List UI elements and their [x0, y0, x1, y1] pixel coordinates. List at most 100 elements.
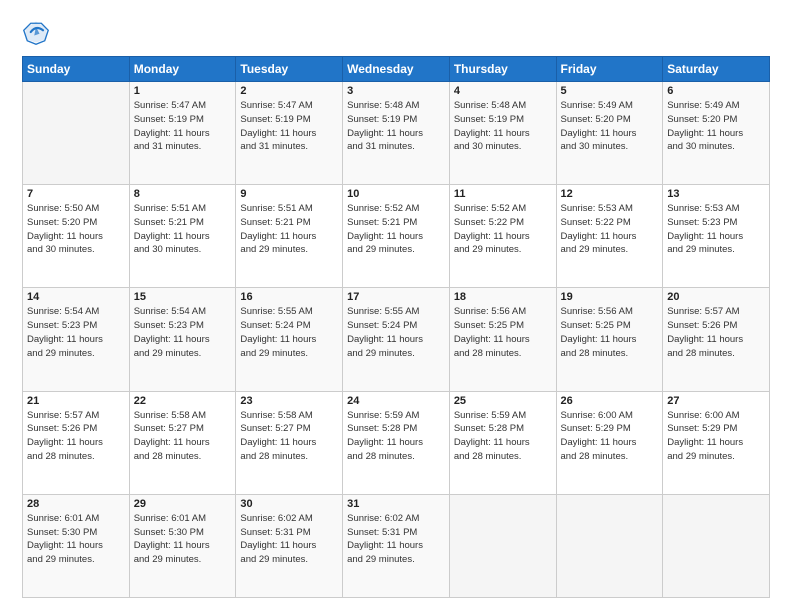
week-row-1: 1 Sunrise: 5:47 AMSunset: 5:19 PMDaylight…	[23, 82, 770, 185]
day-info: Sunrise: 5:54 AMSunset: 5:23 PMDaylight:…	[134, 305, 232, 360]
calendar-cell: 26Sunrise: 6:00 AMSunset: 5:29 PMDayligh…	[556, 391, 663, 494]
calendar-cell: 5 Sunrise: 5:49 AMSunset: 5:20 PMDaylight…	[556, 82, 663, 185]
day-info: Sunrise: 5:59 AMSunset: 5:28 PMDaylight:…	[347, 409, 445, 464]
calendar-cell: 15 Sunrise: 5:54 AMSunset: 5:23 PMDayligh…	[129, 288, 236, 391]
day-info: Sunrise: 5:52 AMSunset: 5:21 PMDaylight:…	[347, 202, 445, 257]
day-info: Sunrise: 5:50 AMSunset: 5:20 PMDaylight:…	[27, 202, 125, 257]
day-number: 28	[27, 498, 125, 510]
day-number: 16	[240, 291, 338, 303]
day-number: 25	[454, 395, 552, 407]
day-header-friday: Friday	[556, 57, 663, 82]
week-row-2: 7 Sunrise: 5:50 AMSunset: 5:20 PMDaylight…	[23, 185, 770, 288]
calendar-cell: 27 Sunrise: 6:00 AMSunset: 5:29 PMDayligh…	[663, 391, 770, 494]
calendar-cell	[449, 494, 556, 597]
day-info: Sunrise: 5:55 AMSunset: 5:24 PMDaylight:…	[240, 305, 338, 360]
calendar-cell	[556, 494, 663, 597]
calendar-cell: 10Sunrise: 5:52 AMSunset: 5:21 PMDayligh…	[343, 185, 450, 288]
day-info: Sunrise: 5:53 AMSunset: 5:23 PMDaylight:…	[667, 202, 765, 257]
day-number: 15	[134, 291, 232, 303]
day-header-wednesday: Wednesday	[343, 57, 450, 82]
day-number: 26	[561, 395, 659, 407]
day-number: 29	[134, 498, 232, 510]
day-info: Sunrise: 5:51 AMSunset: 5:21 PMDaylight:…	[134, 202, 232, 257]
day-number: 7	[27, 188, 125, 200]
day-info: Sunrise: 5:57 AMSunset: 5:26 PMDaylight:…	[667, 305, 765, 360]
day-header-monday: Monday	[129, 57, 236, 82]
calendar-cell: 8 Sunrise: 5:51 AMSunset: 5:21 PMDaylight…	[129, 185, 236, 288]
calendar-cell: 11 Sunrise: 5:52 AMSunset: 5:22 PMDayligh…	[449, 185, 556, 288]
day-number: 18	[454, 291, 552, 303]
day-number: 6	[667, 85, 765, 97]
calendar-cell: 4 Sunrise: 5:48 AMSunset: 5:19 PMDaylight…	[449, 82, 556, 185]
day-info: Sunrise: 6:02 AMSunset: 5:31 PMDaylight:…	[240, 512, 338, 567]
day-header-tuesday: Tuesday	[236, 57, 343, 82]
calendar-cell: 20 Sunrise: 5:57 AMSunset: 5:26 PMDayligh…	[663, 288, 770, 391]
calendar-cell: 7 Sunrise: 5:50 AMSunset: 5:20 PMDaylight…	[23, 185, 130, 288]
calendar: SundayMondayTuesdayWednesdayThursdayFrid…	[22, 56, 770, 598]
day-number: 5	[561, 85, 659, 97]
day-number: 17	[347, 291, 445, 303]
day-info: Sunrise: 6:01 AMSunset: 5:30 PMDaylight:…	[134, 512, 232, 567]
day-number: 31	[347, 498, 445, 510]
day-number: 22	[134, 395, 232, 407]
day-info: Sunrise: 5:58 AMSunset: 5:27 PMDaylight:…	[240, 409, 338, 464]
day-info: Sunrise: 5:58 AMSunset: 5:27 PMDaylight:…	[134, 409, 232, 464]
calendar-cell: 14 Sunrise: 5:54 AMSunset: 5:23 PMDayligh…	[23, 288, 130, 391]
day-number: 24	[347, 395, 445, 407]
week-row-3: 14 Sunrise: 5:54 AMSunset: 5:23 PMDayligh…	[23, 288, 770, 391]
calendar-cell: 22 Sunrise: 5:58 AMSunset: 5:27 PMDayligh…	[129, 391, 236, 494]
calendar-cell: 16 Sunrise: 5:55 AMSunset: 5:24 PMDayligh…	[236, 288, 343, 391]
calendar-cell: 9 Sunrise: 5:51 AMSunset: 5:21 PMDaylight…	[236, 185, 343, 288]
day-info: Sunrise: 5:48 AMSunset: 5:19 PMDaylight:…	[454, 99, 552, 154]
calendar-cell: 24 Sunrise: 5:59 AMSunset: 5:28 PMDayligh…	[343, 391, 450, 494]
calendar-cell: 25 Sunrise: 5:59 AMSunset: 5:28 PMDayligh…	[449, 391, 556, 494]
day-info: Sunrise: 5:48 AMSunset: 5:19 PMDaylight:…	[347, 99, 445, 154]
calendar-cell: 19 Sunrise: 5:56 AMSunset: 5:25 PMDayligh…	[556, 288, 663, 391]
day-info: Sunrise: 5:57 AMSunset: 5:26 PMDaylight:…	[27, 409, 125, 464]
day-number: 19	[561, 291, 659, 303]
calendar-cell: 28 Sunrise: 6:01 AMSunset: 5:30 PMDayligh…	[23, 494, 130, 597]
calendar-cell: 21Sunrise: 5:57 AMSunset: 5:26 PMDayligh…	[23, 391, 130, 494]
day-number: 8	[134, 188, 232, 200]
day-info: Sunrise: 5:53 AMSunset: 5:22 PMDaylight:…	[561, 202, 659, 257]
calendar-cell: 1 Sunrise: 5:47 AMSunset: 5:19 PMDaylight…	[129, 82, 236, 185]
day-number: 27	[667, 395, 765, 407]
day-info: Sunrise: 5:56 AMSunset: 5:25 PMDaylight:…	[561, 305, 659, 360]
week-row-4: 21Sunrise: 5:57 AMSunset: 5:26 PMDayligh…	[23, 391, 770, 494]
day-header-thursday: Thursday	[449, 57, 556, 82]
day-info: Sunrise: 5:55 AMSunset: 5:24 PMDaylight:…	[347, 305, 445, 360]
day-number: 1	[134, 85, 232, 97]
page: SundayMondayTuesdayWednesdayThursdayFrid…	[0, 0, 792, 612]
day-number: 2	[240, 85, 338, 97]
header	[22, 18, 770, 46]
week-row-5: 28 Sunrise: 6:01 AMSunset: 5:30 PMDayligh…	[23, 494, 770, 597]
calendar-cell: 23 Sunrise: 5:58 AMSunset: 5:27 PMDayligh…	[236, 391, 343, 494]
day-number: 11	[454, 188, 552, 200]
day-number: 30	[240, 498, 338, 510]
day-number: 20	[667, 291, 765, 303]
calendar-cell: 29 Sunrise: 6:01 AMSunset: 5:30 PMDayligh…	[129, 494, 236, 597]
calendar-cell	[663, 494, 770, 597]
day-number: 14	[27, 291, 125, 303]
day-info: Sunrise: 5:49 AMSunset: 5:20 PMDaylight:…	[667, 99, 765, 154]
day-header-sunday: Sunday	[23, 57, 130, 82]
logo	[22, 18, 54, 46]
day-info: Sunrise: 6:01 AMSunset: 5:30 PMDaylight:…	[27, 512, 125, 567]
day-info: Sunrise: 6:00 AMSunset: 5:29 PMDaylight:…	[667, 409, 765, 464]
day-info: Sunrise: 5:52 AMSunset: 5:22 PMDaylight:…	[454, 202, 552, 257]
calendar-cell: 3 Sunrise: 5:48 AMSunset: 5:19 PMDaylight…	[343, 82, 450, 185]
day-number: 23	[240, 395, 338, 407]
day-number: 12	[561, 188, 659, 200]
calendar-header-row: SundayMondayTuesdayWednesdayThursdayFrid…	[23, 57, 770, 82]
day-info: Sunrise: 5:59 AMSunset: 5:28 PMDaylight:…	[454, 409, 552, 464]
calendar-cell: 13Sunrise: 5:53 AMSunset: 5:23 PMDayligh…	[663, 185, 770, 288]
day-number: 3	[347, 85, 445, 97]
logo-icon	[22, 18, 50, 46]
day-number: 4	[454, 85, 552, 97]
day-number: 9	[240, 188, 338, 200]
day-info: Sunrise: 5:47 AMSunset: 5:19 PMDaylight:…	[134, 99, 232, 154]
calendar-cell: 6 Sunrise: 5:49 AMSunset: 5:20 PMDaylight…	[663, 82, 770, 185]
day-info: Sunrise: 5:51 AMSunset: 5:21 PMDaylight:…	[240, 202, 338, 257]
day-info: Sunrise: 5:49 AMSunset: 5:20 PMDaylight:…	[561, 99, 659, 154]
day-info: Sunrise: 5:54 AMSunset: 5:23 PMDaylight:…	[27, 305, 125, 360]
